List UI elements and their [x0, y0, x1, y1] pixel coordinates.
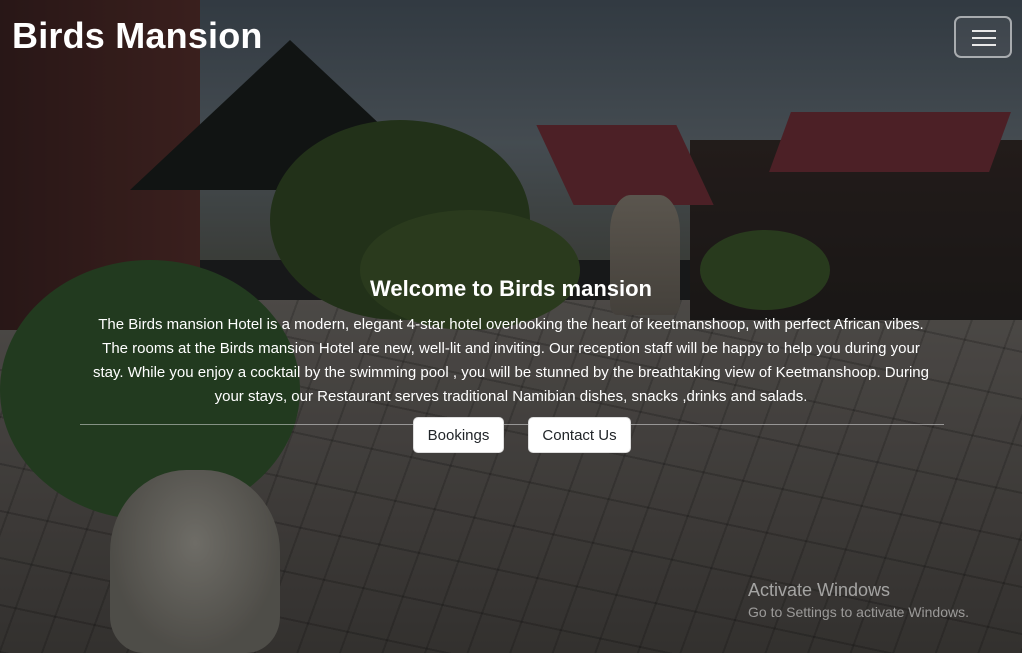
- hamburger-menu-icon: [972, 37, 996, 39]
- contact-us-button[interactable]: Contact Us: [528, 417, 631, 453]
- hero-title: Welcome to Birds mansion: [370, 276, 652, 301]
- hamburger-menu-icon: [972, 44, 996, 46]
- navbar-brand[interactable]: Birds Mansion: [12, 14, 263, 58]
- bookings-button[interactable]: Bookings: [413, 417, 504, 453]
- hero-divider: [80, 424, 944, 425]
- navbar-toggler-button[interactable]: [954, 16, 1012, 58]
- hamburger-menu-icon: [972, 30, 996, 32]
- activate-windows-subtitle: Go to Settings to activate Windows.: [748, 604, 969, 620]
- activate-windows-title: Activate Windows: [748, 580, 891, 600]
- hero-description: The Birds mansion Hotel is a modern, ele…: [93, 316, 929, 405]
